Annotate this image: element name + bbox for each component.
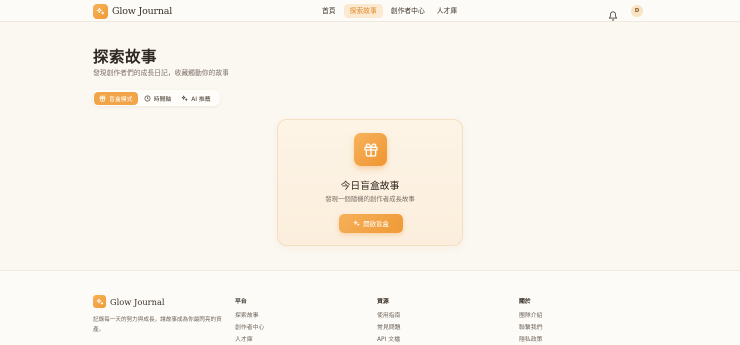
nav-creator-center[interactable]: 創作者中心 [387, 4, 429, 18]
mode-label: 時間軸 [153, 96, 172, 103]
footer-link[interactable]: 常見問題 [377, 324, 401, 336]
nav-talent-pool[interactable]: 人才庫 [433, 4, 461, 18]
sparkles-icon [181, 95, 188, 101]
footer-column-resources: 資源 使用指南 常見問題 API 文檔 [377, 296, 401, 345]
brand-logo-link[interactable]: Glow Journal [93, 3, 172, 19]
footer-link[interactable]: 使用指南 [377, 312, 401, 324]
nav-home[interactable]: 首頁 [318, 4, 340, 18]
card-subtitle: 發現一個隨機的創作者成長故事 [325, 195, 415, 203]
mode-ai-recommend-button[interactable]: AI 推薦 [177, 92, 214, 105]
user-avatar[interactable]: D [631, 5, 643, 17]
mode-blind-box-button[interactable]: 盲盒模式 [94, 91, 138, 105]
sparkles-logo-icon [93, 3, 108, 19]
nav-explore-stories[interactable]: 探索故事 [343, 4, 383, 18]
main-nav: 首頁 探索故事 創作者中心 人才庫 [318, 4, 465, 18]
footer-column-platform: 平台 探索故事 創作者中心 人才庫 [235, 296, 264, 345]
footer-column-heading: 平台 [235, 299, 247, 305]
footer-link[interactable]: 人才庫 [235, 336, 264, 345]
mode-label: 盲盒模式 [109, 96, 133, 103]
footer-brand-name: Glow Journal [110, 296, 165, 307]
footer-link[interactable]: 團隊介紹 [519, 312, 543, 324]
brand-name: Glow Journal [112, 5, 173, 17]
footer-link[interactable]: 隱私政策 [519, 336, 543, 345]
mode-label: AI 推薦 [191, 96, 211, 103]
footer-column-heading: 關於 [519, 299, 531, 305]
view-mode-switcher: 盲盒模式 時間軸 AI 推薦 [93, 90, 220, 106]
clock-icon [144, 95, 151, 101]
site-footer: Glow Journal 記錄每一天的努力與成長，讓故事成為你最閃亮的資產。 平… [0, 270, 740, 345]
mode-timeline-button[interactable]: 時間軸 [140, 92, 176, 105]
sparkles-logo-icon [93, 295, 106, 308]
gift-icon [354, 133, 387, 166]
footer-link[interactable]: API 文檔 [377, 336, 401, 345]
gift-icon [99, 95, 106, 101]
card-title: 今日盲盒故事 [340, 181, 400, 192]
footer-column-about: 關於 團隊介紹 聯繫我們 隱私政策 [519, 296, 543, 345]
top-nav-bar: Glow Journal 首頁 探索故事 創作者中心 人才庫 D [0, 0, 740, 22]
footer-link[interactable]: 聯繫我們 [519, 324, 543, 336]
footer-link[interactable]: 創作者中心 [235, 324, 264, 336]
page-title: 探索故事 [93, 47, 158, 66]
footer-brand[interactable]: Glow Journal [93, 295, 165, 308]
button-label: 開啟盲盒 [363, 220, 389, 228]
page-subtitle: 發現創作者們的成長日記，收藏觸動你的故事 [93, 69, 229, 77]
blind-box-card: 今日盲盒故事 發現一個隨機的創作者成長故事 開啟盲盒 [277, 119, 463, 246]
bell-icon[interactable] [608, 6, 618, 21]
sparkles-icon [353, 220, 360, 226]
footer-link[interactable]: 探索故事 [235, 312, 264, 324]
open-blind-box-button[interactable]: 開啟盲盒 [339, 214, 403, 233]
footer-column-heading: 資源 [377, 299, 389, 305]
footer-description: 記錄每一天的努力與成長，讓故事成為你最閃亮的資產。 [93, 317, 222, 333]
